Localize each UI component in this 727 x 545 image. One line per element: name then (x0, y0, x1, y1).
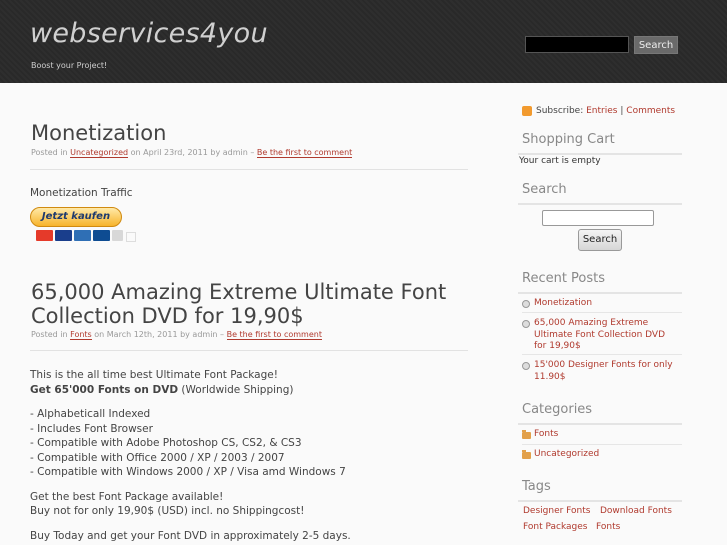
list-divider (522, 312, 682, 313)
subscribe-line: Subscribe: Entries | Comments (536, 106, 675, 116)
comment-link[interactable]: Be the first to comment (256, 148, 353, 158)
paypal-buy-button[interactable]: Jetzt kaufen (30, 207, 122, 227)
category-link[interactable]: Uncategorized (534, 449, 599, 461)
rss-icon[interactable] (522, 106, 532, 116)
tag-link[interactable]: Fonts (596, 522, 620, 534)
header-search-input[interactable] (525, 36, 629, 53)
tracking-pixel-icon (126, 232, 136, 242)
jcb-icon (112, 230, 123, 241)
paragraph: Buy not for only 19,90$ (USD) incl. no S… (30, 505, 305, 517)
tag-link[interactable]: Designer Fonts (523, 506, 590, 518)
recent-post-link[interactable]: Monetization (534, 298, 674, 310)
list-divider (522, 444, 682, 445)
post-divider (30, 169, 468, 170)
cart-heading: Shopping Cart (522, 132, 615, 147)
list-divider (522, 354, 682, 355)
post-bullet-icon (522, 300, 530, 308)
giropay-icon (74, 230, 91, 241)
post-divider (30, 350, 468, 351)
comments-link[interactable]: Comments (626, 106, 675, 116)
header-search-button[interactable]: Search (634, 36, 678, 54)
separator: | (620, 106, 624, 116)
payment-cards (36, 230, 123, 241)
feature-item: - Alphabeticall Indexed (30, 408, 151, 420)
paragraph: Get the best Font Package available! (30, 490, 224, 503)
post-body-text: Monetization Traffic (30, 187, 133, 199)
bold-text: Get 65'000 Fonts on DVD (30, 383, 179, 396)
post-title-line: 65,000 Amazing Extreme Ultimate Font (31, 280, 447, 304)
sidebar-divider (518, 423, 682, 425)
paragraph: Get 65'000 Fonts on DVD (Worldwide Shipp… (30, 383, 470, 398)
post-meta: Posted in Fonts on March 12th, 2011 by a… (31, 330, 322, 340)
recent-post-link[interactable]: 65,000 Amazing Extreme Ultimate Font Col… (534, 318, 676, 353)
tag-link[interactable]: Download Fonts (600, 506, 672, 518)
comment-link[interactable]: Be the first to comment (226, 330, 322, 340)
post-body: This is the all time best Ultimate Font … (30, 368, 470, 543)
site-tagline: Boost your Project! (31, 61, 108, 70)
feature-item: - Compatible with Adobe Photoshop CS, CS… (30, 437, 302, 449)
post-bullet-icon (522, 320, 530, 328)
sidebar-search-button[interactable]: Search (578, 229, 622, 251)
sidebar-search-input[interactable] (542, 210, 654, 226)
category-link[interactable]: Fonts (70, 330, 92, 340)
cart-status: Your cart is empty (519, 156, 601, 166)
meta-middle: on April 23rd, 2011 by admin – (130, 148, 255, 157)
post-title-monetization[interactable]: Monetization (31, 121, 166, 145)
feature-item: - Compatible with Windows 2000 / XP / Vi… (30, 466, 346, 478)
visa-icon (55, 230, 72, 241)
folder-icon (522, 450, 531, 459)
feature-item: - Includes Font Browser (30, 422, 153, 435)
meta-prefix: Posted in (31, 330, 68, 339)
sidebar-divider (518, 153, 682, 155)
categories-heading: Categories (522, 402, 593, 417)
mastercard-icon (36, 230, 53, 241)
recent-post-link[interactable]: 15'000 Designer Fonts for only 11.90$ (534, 360, 676, 383)
paragraph: This is the all time best Ultimate Font … (30, 369, 278, 381)
meta-prefix: Posted in (31, 148, 68, 157)
site-header: webservices4you Boost your Project! Sear… (0, 0, 727, 83)
paragraph: Buy Today and get your Font DVD in appro… (30, 529, 351, 542)
subscribe-label: Subscribe: (536, 106, 584, 116)
post-title-line: Collection DVD for 19,90$ (31, 304, 304, 328)
recent-posts-heading: Recent Posts (522, 271, 606, 286)
category-link[interactable]: Fonts (534, 429, 558, 441)
folder-icon (522, 430, 531, 439)
meta-middle: on March 12th, 2011 by admin – (94, 330, 225, 339)
post-meta: Posted in Uncategorized on April 23rd, 2… (31, 148, 353, 158)
bank-card-icon (93, 230, 110, 241)
feature-item: - Compatible with Office 2000 / XP / 200… (30, 451, 285, 464)
sidebar-divider (518, 500, 682, 502)
sidebar-divider (518, 203, 682, 205)
category-link[interactable]: Uncategorized (70, 148, 129, 158)
tag-link[interactable]: Font Packages (523, 522, 587, 534)
text: (Worldwide Shipping) (178, 383, 294, 396)
post-bullet-icon (522, 362, 530, 370)
sidebar-divider (518, 292, 682, 294)
post-title-font-collection[interactable]: 65,000 Amazing Extreme Ultimate Font Col… (31, 280, 446, 328)
site-title[interactable]: webservices4you (30, 18, 268, 49)
tags-heading: Tags (522, 479, 551, 494)
entries-link[interactable]: Entries (586, 106, 617, 116)
search-heading: Search (522, 182, 567, 197)
